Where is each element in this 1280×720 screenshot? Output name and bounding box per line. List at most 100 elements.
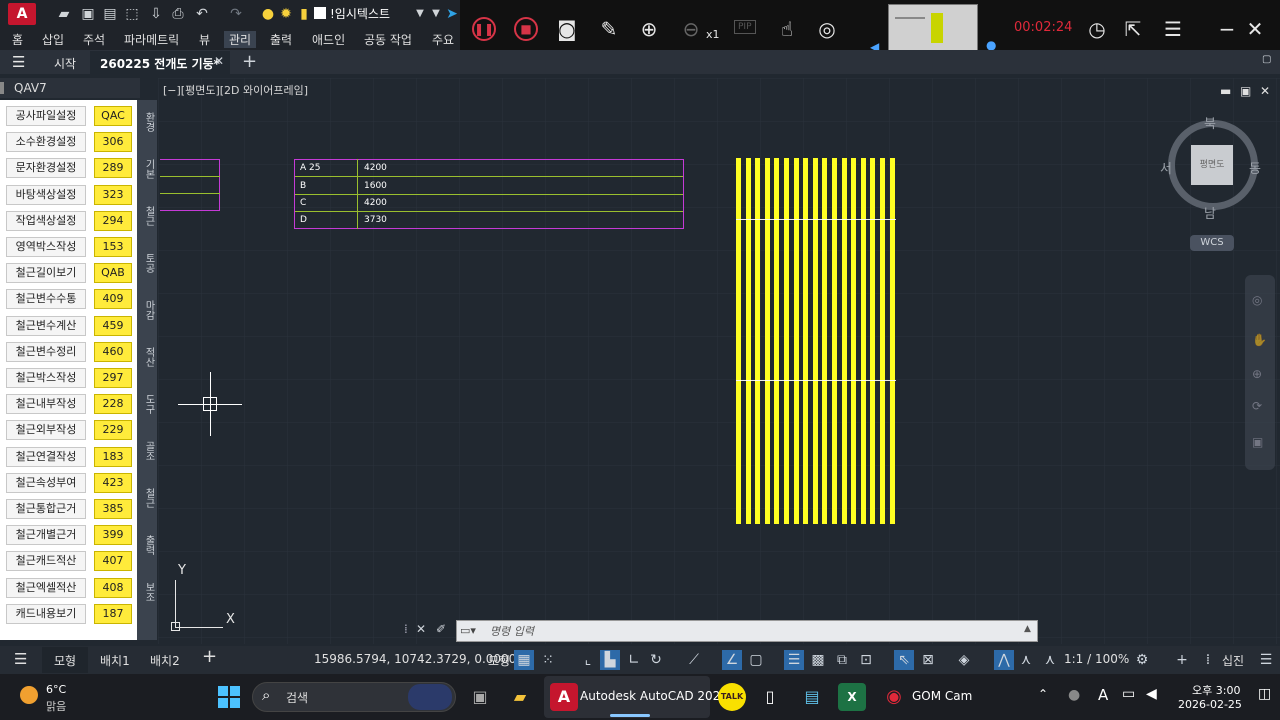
command-prompt-icon[interactable]: ▭▾ [460, 624, 476, 637]
viewcube-west[interactable]: 서 [1160, 158, 1172, 177]
panel-command-button[interactable]: 철근통합근거 [6, 499, 86, 519]
partial-table-frame[interactable] [160, 159, 220, 211]
file-explorer-icon[interactable]: ▰ [506, 683, 534, 711]
panel-command-button[interactable]: 철근박스작성 [6, 368, 86, 388]
panel-command-code[interactable]: 323 [94, 184, 132, 205]
panel-vertical-tab[interactable]: 기본 [138, 159, 156, 179]
menu-insert[interactable]: 삽입 [42, 31, 64, 48]
panel-command-code[interactable]: 183 [94, 446, 132, 467]
ortho-icon[interactable]: ∟ [624, 650, 644, 670]
rebar-bar[interactable] [803, 158, 809, 524]
windows-start-icon[interactable] [218, 686, 240, 708]
panel-command-button[interactable]: 소수환경설정 [6, 132, 86, 153]
weather-temp[interactable]: 6°C [46, 683, 66, 696]
tab-model[interactable]: 모형 [54, 652, 76, 669]
gom-cam-taskbar-label[interactable]: GOM Cam [912, 689, 972, 703]
cmd-grip-icon[interactable]: ⁞ [404, 622, 408, 636]
rebar-bar[interactable] [745, 158, 751, 524]
infer-icon[interactable]: ⌞ [578, 650, 598, 670]
menu-addins[interactable]: 애드인 [312, 31, 345, 48]
share-icon[interactable]: ➤ [442, 4, 462, 24]
lock-icon[interactable]: ▮ [294, 4, 314, 24]
gizmo-icon[interactable]: ◈ [954, 650, 974, 670]
panel-command-code[interactable]: 407 [94, 551, 132, 572]
isodraft-icon[interactable]: ⟋ [684, 650, 704, 670]
annotation-visibility-icon[interactable]: ⋀ [994, 650, 1014, 670]
panel-vertical-tab[interactable]: 출력 [138, 535, 156, 555]
web-mobile-icon[interactable]: ⬚ [122, 4, 142, 24]
pip-button[interactable]: PIP [734, 20, 756, 34]
panel-command-button[interactable]: 문자환경설정 [6, 158, 86, 179]
tray-chevron-icon[interactable]: ⌃ [1038, 687, 1048, 701]
menu-featured[interactable]: 주요 [432, 31, 454, 48]
panel-command-button[interactable]: 철근외부작성 [6, 420, 86, 441]
panel-command-button[interactable]: 철근변수수통 [6, 289, 86, 310]
task-view-icon[interactable]: ▣ [466, 683, 494, 711]
timer-icon[interactable]: ◷ [1082, 14, 1112, 44]
panel-command-code[interactable]: 153 [94, 237, 132, 257]
panel-command-code[interactable]: 187 [94, 603, 132, 624]
panel-command-button[interactable]: 캐드내용보기 [6, 603, 86, 624]
rebar-bar[interactable] [841, 158, 847, 524]
snap-icon[interactable]: ⁙ [538, 650, 558, 670]
rebar-bar[interactable] [889, 158, 895, 524]
kakaotalk-icon[interactable]: TALK [718, 683, 746, 711]
menu-manage[interactable]: 관리 [224, 31, 257, 48]
panel-vertical-tab[interactable]: 보조 [138, 582, 156, 602]
viewcube-face[interactable]: 평면도 [1191, 145, 1233, 185]
panel-command-code[interactable]: 423 [94, 472, 132, 493]
panel-command-button[interactable]: 철근개별근거 [6, 525, 86, 546]
menu-view[interactable]: 뷰 [199, 31, 210, 48]
model-space-toggle[interactable]: 모형 [488, 652, 510, 669]
auto-scale-icon[interactable]: ⋏ [1016, 650, 1036, 670]
lineweight-icon[interactable]: ☰ [784, 650, 804, 670]
volume-icon[interactable]: ◀ [1146, 686, 1157, 702]
menu-collaborate[interactable]: 공동 작업 [364, 31, 412, 48]
menu-home[interactable]: 홈 [12, 31, 23, 48]
panel-command-button[interactable]: 철근길이보기 [6, 263, 86, 284]
panel-command-code[interactable]: 228 [94, 394, 132, 415]
rebar-bar[interactable] [784, 158, 789, 524]
rebar-bar[interactable] [755, 158, 761, 524]
annotation-monitor-icon[interactable]: + [1172, 650, 1192, 670]
save-icon[interactable]: ▣ [78, 4, 98, 24]
rebar-bar[interactable] [822, 158, 828, 524]
cursor-effect-icon[interactable]: ☝ [772, 14, 802, 44]
pause-icon[interactable]: ❚❚ [472, 17, 496, 41]
sun-icon[interactable]: ✹ [276, 4, 296, 24]
network-icon[interactable]: ▭ [1122, 686, 1135, 702]
rebar-bar[interactable] [793, 158, 799, 524]
rebar-bar[interactable] [870, 158, 876, 524]
annotation-scale[interactable]: 1:1 / 100% [1064, 652, 1129, 666]
panel-vertical-tab[interactable]: 철근 [138, 206, 156, 226]
save-as-icon[interactable]: ▤ [100, 4, 120, 24]
autocad-logo-icon[interactable]: A [8, 3, 36, 25]
close-command-icon[interactable]: ✕ [416, 622, 426, 636]
viewcube-south[interactable]: 남 [1204, 203, 1216, 222]
units-icon[interactable]: ⁞ [1198, 650, 1218, 670]
document-icon[interactable]: ▯ [756, 683, 784, 711]
close-tab-icon[interactable]: ✕ [214, 54, 224, 68]
zoom-in-icon[interactable]: ⊕ [634, 14, 664, 44]
panel-command-code[interactable]: 409 [94, 289, 132, 310]
panel-vertical-tab[interactable]: 골조 [138, 441, 156, 461]
panel-command-button[interactable]: 철근내부작성 [6, 394, 86, 415]
selection-cycling-icon[interactable]: ⧉ [832, 650, 852, 670]
menu-parametric[interactable]: 파라메트릭 [124, 31, 179, 48]
panel-command-button[interactable]: 공사파일설정 [6, 106, 86, 126]
units-mode[interactable]: 십진 [1222, 652, 1244, 669]
panel-command-button[interactable]: 철근엑셀적산 [6, 577, 86, 598]
rebar-bar[interactable] [764, 158, 770, 524]
steering-wheel-icon[interactable]: ◎ [1252, 293, 1262, 307]
panel-vertical-tab[interactable]: 적산 [138, 347, 156, 367]
hide-eye-icon[interactable]: ◎ [812, 14, 842, 44]
tray-microphone-icon[interactable]: ● [1068, 687, 1080, 703]
tab-start[interactable]: 시작 [54, 55, 76, 72]
panel-vertical-tab[interactable]: 도구 [138, 394, 156, 414]
command-input[interactable] [456, 620, 1038, 642]
panel-command-code[interactable]: 385 [94, 499, 132, 519]
menu-output[interactable]: 출력 [270, 31, 292, 48]
panel-command-code[interactable]: 399 [94, 525, 132, 546]
redo-icon[interactable]: ↷ [226, 4, 246, 24]
tab-layout1[interactable]: 배치1 [100, 652, 130, 669]
